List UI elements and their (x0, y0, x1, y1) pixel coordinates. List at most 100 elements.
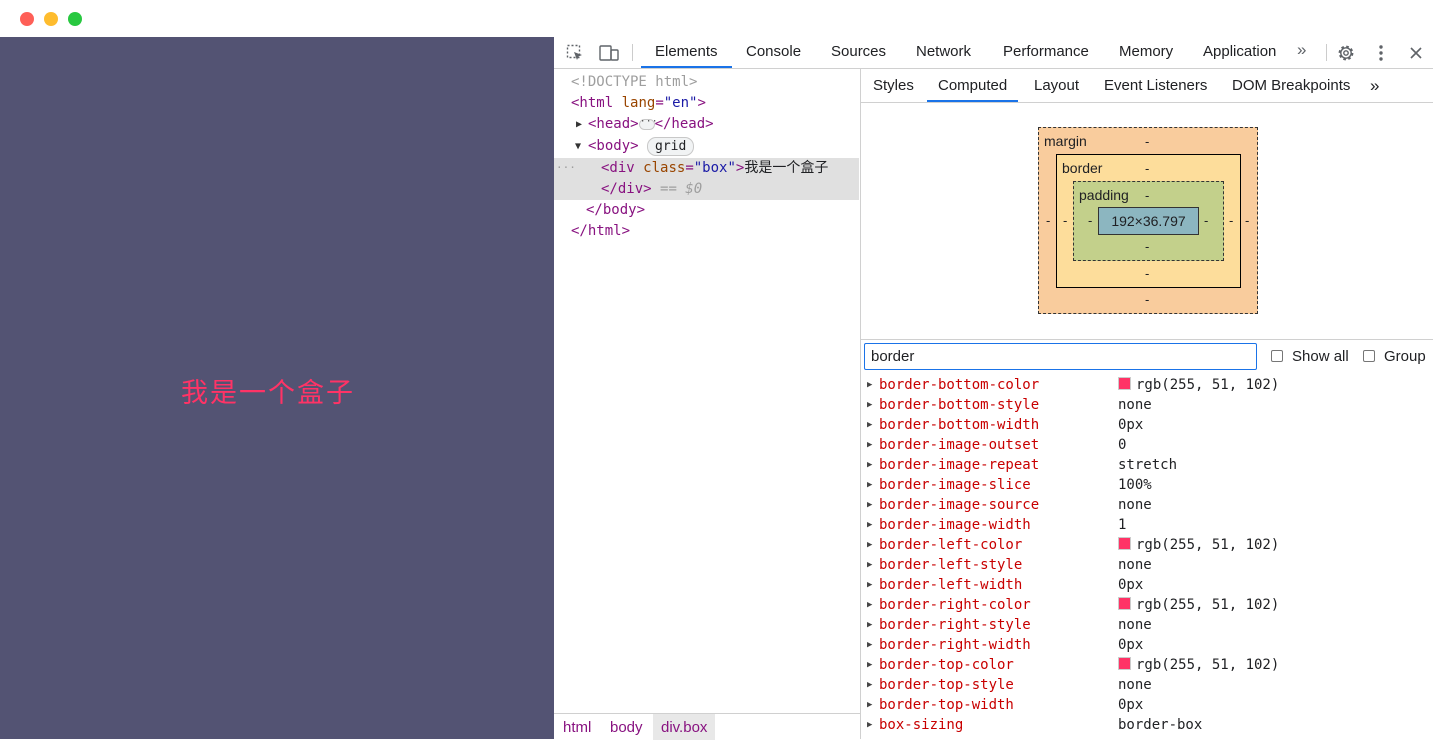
more-options-icon[interactable] (1370, 42, 1392, 64)
expand-head-icon[interactable]: ▶ (576, 119, 582, 130)
collapse-body-icon[interactable]: ▼ (575, 141, 581, 152)
filter-input[interactable] (864, 343, 1257, 370)
head-node[interactable]: <head>···</head> (588, 114, 714, 135)
tab-styles[interactable]: Styles (862, 69, 925, 102)
padding-bottom-value[interactable]: - (1145, 239, 1149, 254)
doctype-node[interactable]: <!DOCTYPE html> (571, 72, 697, 93)
tab-layout[interactable]: Layout (1023, 69, 1090, 102)
computed-property-row[interactable]: ▶ border-left-color rgb(255, 51, 102) (861, 535, 1433, 555)
padding-left-value[interactable]: - (1088, 213, 1092, 228)
node-actions-icon[interactable]: ··· (556, 157, 576, 178)
maximize-window-button[interactable] (68, 12, 82, 26)
box-model-content-size[interactable]: 192×36.797 (1098, 207, 1199, 235)
margin-left-value[interactable]: - (1046, 213, 1050, 228)
breadcrumb-html[interactable]: html (555, 714, 599, 740)
tab-application[interactable]: Application (1189, 37, 1290, 68)
close-devtools-icon[interactable] (1405, 42, 1427, 64)
body-node[interactable]: <body> grid (588, 136, 695, 157)
html-node[interactable]: <html lang="en"> (571, 93, 706, 114)
more-sidebar-tabs-icon[interactable]: » (1359, 69, 1390, 102)
border-top-value[interactable]: - (1145, 161, 1149, 176)
computed-property-row[interactable]: ▶ border-left-style none (861, 555, 1433, 575)
computed-property-row[interactable]: ▶ box-sizing border-box (861, 715, 1433, 735)
show-all-label[interactable]: Show all (1292, 348, 1349, 365)
settings-gear-icon[interactable] (1335, 42, 1357, 64)
inspect-element-icon[interactable] (564, 42, 586, 64)
device-toolbar-icon[interactable] (598, 42, 620, 64)
tab-memory[interactable]: Memory (1105, 37, 1187, 68)
expand-property-icon[interactable]: ▶ (867, 695, 872, 715)
expand-property-icon[interactable]: ▶ (867, 535, 872, 555)
breadcrumb-body[interactable]: body (602, 714, 651, 740)
box-model-border[interactable]: border - - - - padding - - - - 192×36.79… (1056, 154, 1241, 288)
box-model-margin[interactable]: margin - - - - border - - - - padding - … (1038, 127, 1258, 314)
expand-property-icon[interactable]: ▶ (867, 515, 872, 535)
expand-property-icon[interactable]: ▶ (867, 595, 872, 615)
tab-network[interactable]: Network (902, 37, 985, 68)
tab-dom-breakpoints[interactable]: DOM Breakpoints (1221, 69, 1361, 102)
html-close-tag[interactable]: </html> (571, 221, 630, 242)
computed-property-row[interactable]: ▶ border-right-width 0px (861, 635, 1433, 655)
group-label[interactable]: Group (1384, 348, 1426, 365)
div-box-node[interactable]: <div class="box">我是一个盒子 (601, 158, 828, 179)
collapsed-ellipsis-icon[interactable]: ··· (638, 116, 658, 130)
padding-right-value[interactable]: - (1204, 213, 1208, 228)
margin-bottom-value[interactable]: - (1145, 292, 1149, 307)
computed-property-row[interactable]: ▶ border-bottom-color rgb(255, 51, 102) (861, 375, 1433, 395)
color-swatch-icon[interactable] (1118, 597, 1131, 610)
computed-property-row[interactable]: ▶ border-bottom-width 0px (861, 415, 1433, 435)
computed-property-row[interactable]: ▶ border-image-width 1 (861, 515, 1433, 535)
color-swatch-icon[interactable] (1118, 657, 1131, 670)
group-checkbox[interactable] (1363, 350, 1375, 362)
color-swatch-icon[interactable] (1118, 377, 1131, 390)
computed-property-row[interactable]: ▶ border-image-repeat stretch (861, 455, 1433, 475)
expand-property-icon[interactable]: ▶ (867, 575, 872, 595)
grid-badge[interactable]: grid (647, 137, 695, 156)
expand-property-icon[interactable]: ▶ (867, 655, 872, 675)
computed-property-row[interactable]: ▶ border-top-color rgb(255, 51, 102) (861, 655, 1433, 675)
computed-property-row[interactable]: ▶ border-image-outset 0 (861, 435, 1433, 455)
expand-property-icon[interactable]: ▶ (867, 675, 872, 695)
tab-event-listeners[interactable]: Event Listeners (1093, 69, 1218, 102)
expand-property-icon[interactable]: ▶ (867, 435, 872, 455)
margin-right-value[interactable]: - (1245, 213, 1249, 228)
minimize-window-button[interactable] (44, 12, 58, 26)
div-close-node[interactable]: </div> == $0 (601, 179, 702, 200)
expand-property-icon[interactable]: ▶ (867, 715, 872, 735)
expand-property-icon[interactable]: ▶ (867, 555, 872, 575)
tab-computed[interactable]: Computed (927, 69, 1019, 102)
computed-property-row[interactable]: ▶ border-top-width 0px (861, 695, 1433, 715)
computed-property-row[interactable]: ▶ border-right-color rgb(255, 51, 102) (861, 595, 1433, 615)
close-window-button[interactable] (20, 12, 34, 26)
tab-sources[interactable]: Sources (817, 37, 900, 68)
expand-property-icon[interactable]: ▶ (867, 475, 872, 495)
computed-property-row[interactable]: ▶ border-image-slice 100% (861, 475, 1433, 495)
box-model-padding[interactable]: padding - - - - 192×36.797 (1073, 181, 1224, 261)
computed-property-row[interactable]: ▶ border-bottom-style none (861, 395, 1433, 415)
computed-property-row[interactable]: ▶ border-left-width 0px (861, 575, 1433, 595)
body-close-tag[interactable]: </body> (586, 200, 645, 221)
expand-property-icon[interactable]: ▶ (867, 415, 872, 435)
padding-top-value[interactable]: - (1145, 188, 1149, 203)
border-left-value[interactable]: - (1063, 213, 1067, 228)
expand-property-icon[interactable]: ▶ (867, 395, 872, 415)
computed-property-row[interactable]: ▶ border-right-style none (861, 615, 1433, 635)
expand-property-icon[interactable]: ▶ (867, 455, 872, 475)
breadcrumb-div-box[interactable]: div.box (653, 714, 716, 740)
tab-elements[interactable]: Elements (641, 37, 732, 68)
expand-property-icon[interactable]: ▶ (867, 635, 872, 655)
color-swatch-icon[interactable] (1118, 537, 1131, 550)
more-tabs-icon[interactable]: » (1297, 40, 1306, 60)
expand-property-icon[interactable]: ▶ (867, 495, 872, 515)
border-bottom-value[interactable]: - (1145, 266, 1149, 281)
computed-property-row[interactable]: ▶ border-top-style none (861, 675, 1433, 695)
computed-property-row[interactable]: ▶ border-image-source none (861, 495, 1433, 515)
expand-property-icon[interactable]: ▶ (867, 615, 872, 635)
margin-top-value[interactable]: - (1145, 134, 1149, 149)
show-all-checkbox[interactable] (1271, 350, 1283, 362)
border-right-value[interactable]: - (1229, 213, 1233, 228)
expand-property-icon[interactable]: ▶ (867, 375, 872, 395)
tab-console[interactable]: Console (732, 37, 815, 68)
head-close-tag: </head> (654, 116, 714, 132)
tab-performance[interactable]: Performance (989, 37, 1103, 68)
